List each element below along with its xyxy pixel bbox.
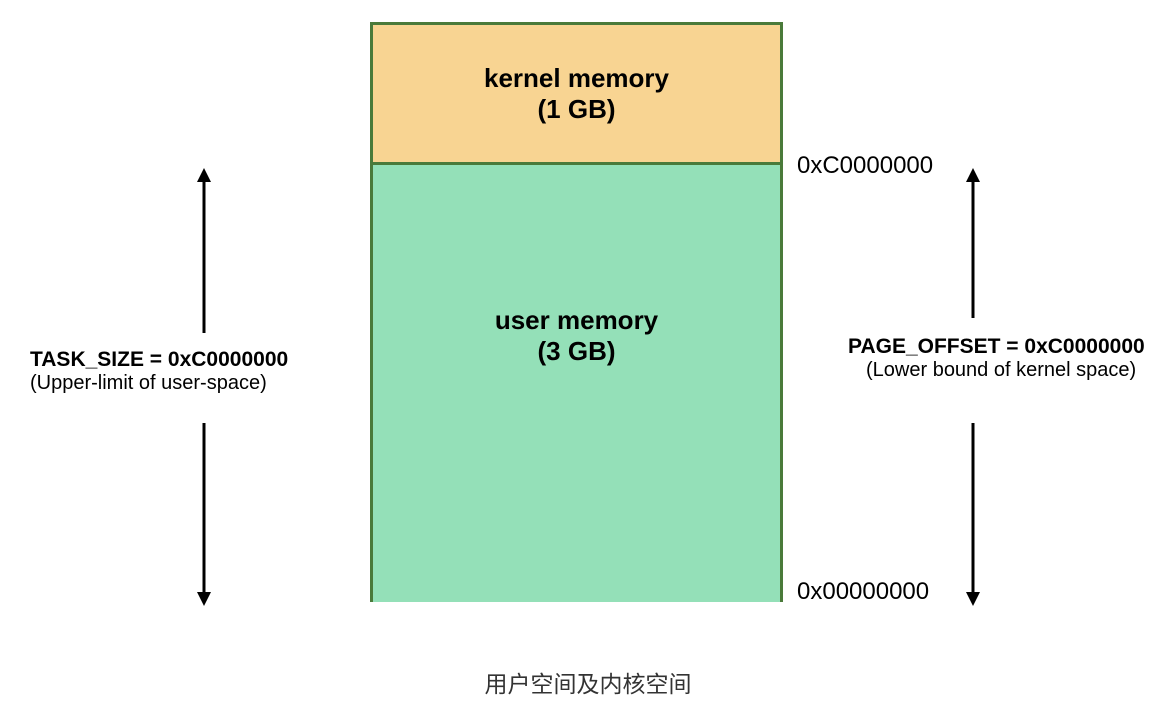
kernel-memory-region: kernel memory (1 GB) <box>373 25 780 165</box>
user-title: user memory <box>495 305 658 336</box>
user-size: (3 GB) <box>538 336 616 367</box>
right-double-arrow-icon <box>962 168 984 608</box>
page-offset-annotation: PAGE_OFFSET = 0xC0000000 (Lower bound of… <box>848 335 1176 382</box>
left-double-arrow-icon <box>193 168 215 608</box>
page-offset-title: PAGE_OFFSET = 0xC0000000 <box>848 335 1176 359</box>
address-top-label: 0xC0000000 <box>797 152 933 180</box>
memory-layout-box: kernel memory (1 GB) user memory (3 GB) <box>370 22 783 602</box>
address-bottom-label: 0x00000000 <box>797 578 929 606</box>
diagram-caption: 用户空间及内核空间 <box>0 665 1176 699</box>
page-offset-subtitle: (Lower bound of kernel space) <box>866 359 1176 382</box>
memory-diagram: kernel memory (1 GB) user memory (3 GB) … <box>0 0 1176 724</box>
kernel-title: kernel memory <box>484 63 669 94</box>
user-memory-region: user memory (3 GB) <box>373 165 780 602</box>
kernel-size: (1 GB) <box>538 94 616 125</box>
